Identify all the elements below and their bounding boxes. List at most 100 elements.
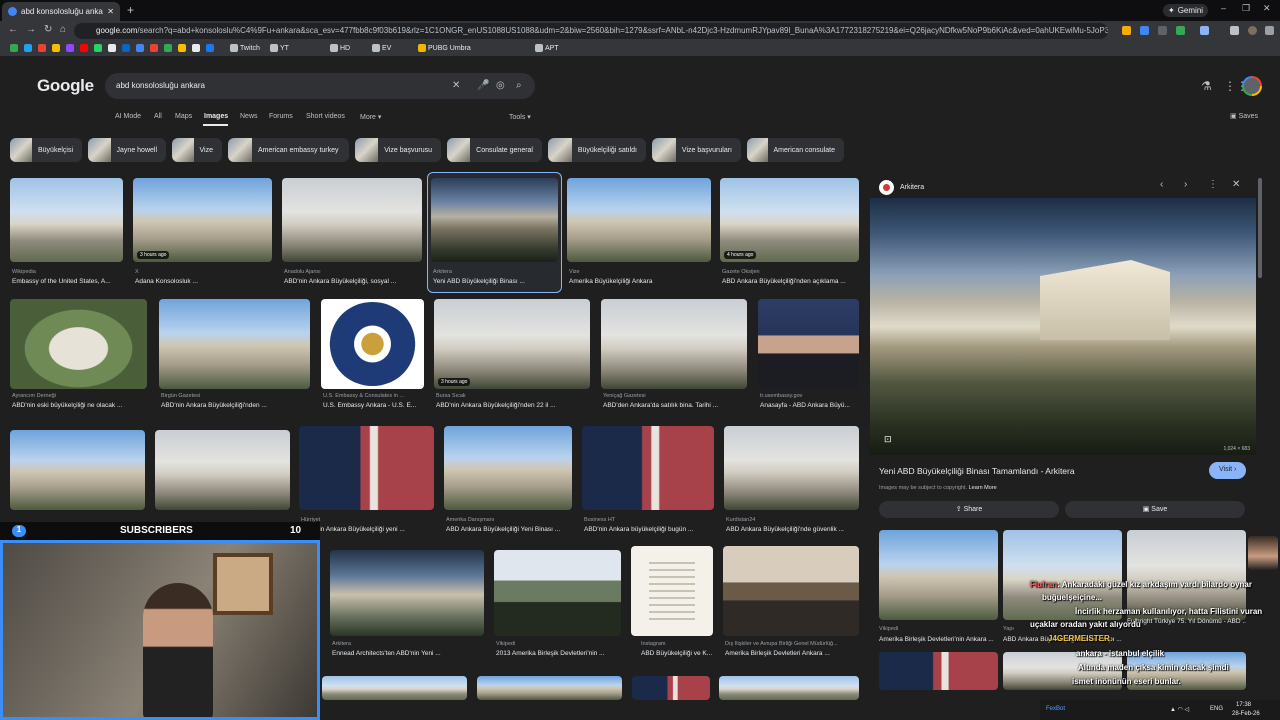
filter-chip[interactable]: Consulate general [447,138,542,162]
clear-search-icon[interactable]: ✕ [452,80,460,91]
clock-time[interactable]: 17:38 [1236,702,1251,708]
bookmark-icon[interactable] [24,44,32,52]
result-image[interactable] [601,299,747,389]
result-image[interactable] [477,676,622,700]
bookmark-folder-ev[interactable]: EV [372,44,391,52]
related-image[interactable] [879,530,998,620]
tab-forums[interactable]: Forums [269,113,293,120]
result-image[interactable]: 3 hours ago [434,299,590,389]
result-image[interactable] [322,676,467,700]
result-caption[interactable]: ABD'nin Ankara Büyükelçiliği'nden ... [161,402,310,409]
bookmark-icon[interactable] [192,44,200,52]
result-image[interactable] [330,550,484,636]
result-image[interactable] [724,426,859,510]
bookmark-icon[interactable] [108,44,116,52]
tab-more[interactable]: More ▾ [360,113,381,121]
profile-icon[interactable] [1248,26,1257,35]
result-caption[interactable]: Embassy of the United States, A... [12,278,122,285]
result-caption[interactable]: Adana Konsolosluk ... [135,278,270,285]
extension-icon[interactable] [1158,26,1167,35]
result-image[interactable] [631,546,713,636]
filter-chip[interactable]: American embassy turkey [228,138,349,162]
maximize-button[interactable]: ❐ [1242,3,1250,14]
close-window-button[interactable]: ✕ [1263,3,1271,14]
filter-chip[interactable]: Büyükelçisi [10,138,82,162]
result-image[interactable] [758,299,859,389]
voice-search-icon[interactable]: 🎤 [477,80,489,91]
menu-icon[interactable] [1265,26,1274,35]
result-image[interactable] [444,426,572,510]
filter-chip[interactable]: Vize başvuruları [652,138,741,162]
previous-icon[interactable]: ‹ [1160,179,1163,190]
bookmark-icon[interactable] [52,44,60,52]
home-icon[interactable]: ⌂ [60,24,66,35]
bookmark-folder-apt[interactable]: APT [535,44,559,52]
bookmark-folder-hd[interactable]: HD [330,44,350,52]
learn-more-link[interactable]: Learn More [969,485,997,491]
result-caption[interactable]: U.S. Embassy Ankara - U.S. E... [323,402,424,409]
search-icon[interactable]: ⌕ [516,80,522,91]
result-image[interactable]: 3 hours ago [133,178,272,262]
preview-title[interactable]: Yeni ABD Büyükelçiliği Binası Tamamlandı… [879,466,1075,476]
tools-button[interactable]: Tools ▾ [509,113,531,121]
filter-chip[interactable]: Vize başvurusu [355,138,441,162]
saves-button[interactable]: ▣ Saves [1230,112,1258,120]
extensions-icon[interactable] [1200,26,1209,35]
result-caption[interactable]: ABD'den Ankara'da satılık bina. Tarihi .… [603,402,747,409]
result-caption[interactable]: Yeni ABD Büyükelçiliği Binası ... [433,278,558,285]
result-caption[interactable]: Amerika Birleşik Devletleri Ankara ... [725,650,859,657]
tab-maps[interactable]: Maps [175,113,192,120]
result-image[interactable] [10,178,123,262]
close-icon[interactable]: ✕ [1232,179,1240,190]
save-button[interactable]: ▣ Save [1065,501,1245,518]
result-caption[interactable]: ABD'nin Ankara Büyükelçiliği yeni ... [301,526,434,533]
download-icon[interactable] [1230,26,1239,35]
next-icon[interactable]: › [1184,179,1187,190]
bookmark-icon[interactable] [122,44,130,52]
language-indicator[interactable]: ENG [1210,706,1223,712]
result-image[interactable] [282,178,422,262]
tab-images[interactable]: Images [204,113,228,120]
clock-date[interactable]: 28-Feb-26 [1232,711,1260,717]
bookmark-icon[interactable] [66,44,74,52]
result-image[interactable] [723,546,859,636]
result-image[interactable] [10,299,147,389]
result-caption[interactable]: ABD'nin Ankara Büyükelçiliği, sosyal ... [284,278,422,285]
bookmark-icon[interactable] [150,44,158,52]
share-button[interactable]: ⇪ Share [879,501,1059,518]
back-icon[interactable]: ← [8,24,18,35]
bookmark-icon[interactable] [164,44,172,52]
reload-icon[interactable]: ↻ [44,24,52,35]
minimize-button[interactable]: – [1221,3,1226,13]
filter-chip[interactable]: Vize [172,138,222,162]
filter-chip[interactable]: Büyükelçiliği satıldı [548,138,646,162]
result-image[interactable]: 4 hours ago [720,178,859,262]
result-image[interactable] [321,299,424,389]
filter-chip[interactable]: Jayne howell [88,138,166,162]
result-image[interactable] [494,550,621,636]
related-caption[interactable]: Amerika Birleşik Devletleri'nin Ankara .… [879,636,998,643]
result-image[interactable] [567,178,711,262]
result-image[interactable] [632,676,710,700]
result-image[interactable] [155,430,290,510]
bookmark-icon[interactable] [178,44,186,52]
result-image[interactable] [159,299,310,389]
result-caption[interactable]: Ennead Architects'ten ABD'nin Yeni ... [332,650,484,657]
bookmark-icon[interactable] [38,44,46,52]
result-caption[interactable]: ABD Ankara Büyükelçiliği'nde güvenlik ..… [726,526,859,533]
result-image[interactable] [719,676,859,700]
close-tab-icon[interactable]: ✕ [107,7,114,16]
preview-source[interactable]: Arkitera [879,180,924,195]
labs-icon[interactable]: ⚗ [1201,79,1212,93]
bookmark-icon[interactable] [10,44,18,52]
result-caption[interactable]: ABD Ankara Büyükelçiliği Yeni Binası ... [446,526,572,533]
tab-news[interactable]: News [240,113,258,120]
result-caption[interactable]: Anasayfa - ABD Ankara Büyü... [760,402,859,409]
bookmark-folder-twitch[interactable]: Twitch [230,44,260,52]
result-caption[interactable]: Amerika Büyükelçiliği Ankara [569,278,709,285]
lens-search-icon[interactable]: ◎ [496,80,505,91]
result-caption[interactable]: ABD Ankara Büyükelçiliği'nden açıklama .… [722,278,859,285]
result-caption[interactable]: ABD'nin Ankara büyükelçiliği bugün ... [584,526,714,533]
result-caption[interactable]: ABD'nin Ankara Büyükelçiliği'nden 22 il … [436,402,590,409]
result-caption[interactable]: 2013 Amerika Birleşik Devletleri'nin ... [496,650,621,657]
